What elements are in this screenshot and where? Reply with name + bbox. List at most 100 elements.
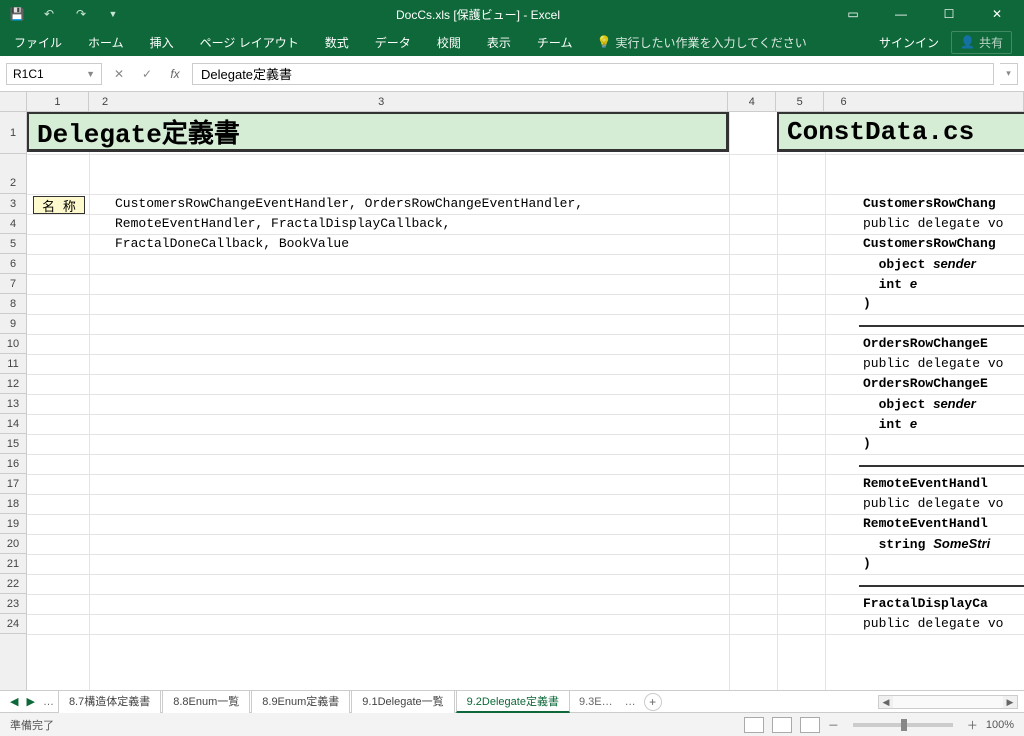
row-header[interactable]: 17 [0,474,26,494]
row-header[interactable]: 4 [0,214,26,234]
row-header[interactable]: 3 [0,194,26,214]
col-header[interactable]: 6 [824,92,1024,111]
code-line[interactable]: public delegate vo [863,496,1003,511]
code-line[interactable]: ) [863,296,871,311]
redo-icon[interactable]: ↷ [70,3,92,25]
code-line[interactable]: FractalDisplayCa [863,596,988,611]
label-name[interactable]: 名 称 [33,196,85,214]
code-line[interactable]: string SomeStri [863,536,990,552]
code-line[interactable]: public delegate vo [863,216,1003,231]
tab-nav-more[interactable]: … [39,696,58,708]
tab-file[interactable]: ファイル [12,30,64,55]
row-header[interactable]: 1 [0,112,26,154]
worksheet[interactable]: 1 23 4 5 6 1 2 3 4 5 6 7 8 9 10 11 12 13… [0,92,1024,690]
formula-expand-icon[interactable]: ▾ [1000,63,1018,85]
row-header[interactable]: 8 [0,294,26,314]
zoom-slider[interactable] [853,723,953,727]
col-header[interactable]: 5 [776,92,824,111]
share-button[interactable]: 👤 共有 [951,31,1012,54]
row-header[interactable]: 18 [0,494,26,514]
view-normal-icon[interactable] [744,717,764,733]
horizontal-scrollbar[interactable]: ◀ ▶ [878,695,1018,709]
code-line[interactable]: object sender [863,256,976,272]
code-line[interactable]: RemoteEventHandl [863,516,988,531]
scroll-right-icon[interactable]: ▶ [1003,696,1017,708]
row-header[interactable]: 9 [0,314,26,334]
title-cell-right[interactable]: ConstData.cs [777,112,1024,152]
sheet-tab[interactable]: 8.7構造体定義書 [58,690,161,713]
cancel-icon[interactable]: ✕ [108,63,130,85]
sheet-tab[interactable]: 8.9Enum定義書 [251,690,350,713]
view-page-break-icon[interactable] [800,717,820,733]
tab-team[interactable]: チーム [535,30,575,55]
row-header[interactable]: 12 [0,374,26,394]
tell-me[interactable]: 実行したい作業を入力してください [615,34,806,51]
code-line[interactable]: public delegate vo [863,356,1003,371]
code-line[interactable]: object sender [863,396,976,412]
tab-insert[interactable]: 挿入 [148,30,176,55]
tab-home[interactable]: ホーム [86,30,126,55]
code-line[interactable]: int e [863,276,917,292]
row-header[interactable]: 24 [0,614,26,634]
names-line[interactable]: RemoteEventHandler, FractalDisplayCallba… [115,216,450,231]
code-line[interactable]: CustomersRowChang [863,236,996,251]
row-header[interactable]: 23 [0,594,26,614]
name-box[interactable]: R1C1 ▼ [6,63,102,85]
tab-review[interactable]: 校閲 [435,30,463,55]
col-header[interactable]: 4 [728,92,776,111]
code-line[interactable]: public delegate vo [863,616,1003,631]
select-all-corner[interactable] [0,92,27,111]
row-header[interactable]: 7 [0,274,26,294]
fx-icon[interactable]: fx [164,63,186,85]
row-header[interactable]: 5 [0,234,26,254]
tab-page-layout[interactable]: ページ レイアウト [198,30,301,55]
code-line[interactable]: OrdersRowChangeE [863,336,988,351]
ribbon-display-icon[interactable]: ▭ [832,0,874,28]
add-sheet-button[interactable]: + [644,693,662,711]
tab-nav-next-icon[interactable]: ▶ [22,695,38,708]
signin-link[interactable]: サインイン [879,34,939,51]
code-line[interactable]: RemoteEventHandl [863,476,988,491]
view-page-layout-icon[interactable] [772,717,792,733]
row-header[interactable]: 11 [0,354,26,374]
tab-formulas[interactable]: 数式 [323,30,351,55]
tab-data[interactable]: データ [373,30,413,55]
enter-icon[interactable]: ✓ [136,63,158,85]
names-line[interactable]: FractalDoneCallback, BookValue [115,236,349,251]
row-header[interactable]: 13 [0,394,26,414]
row-header[interactable]: 2 [0,154,26,194]
maximize-button[interactable]: ☐ [928,0,970,28]
code-line[interactable]: ) [863,436,871,451]
chevron-down-icon[interactable]: ▼ [86,69,95,79]
code-line[interactable]: ) [863,556,871,571]
tab-overflow[interactable]: 9.3E… [571,694,621,710]
row-header[interactable]: 22 [0,574,26,594]
qat-customize-icon[interactable]: ▼ [102,3,124,25]
minimize-button[interactable]: — [880,0,922,28]
row-header[interactable]: 10 [0,334,26,354]
title-cell-left[interactable]: Delegate定義書 [27,112,729,152]
sheet-tab[interactable]: 8.8Enum一覧 [162,690,250,713]
row-header[interactable]: 6 [0,254,26,274]
row-header[interactable]: 14 [0,414,26,434]
row-header[interactable]: 21 [0,554,26,574]
close-button[interactable]: ✕ [976,0,1018,28]
names-line[interactable]: CustomersRowChangeEventHandler, OrdersRo… [115,196,583,211]
col-header[interactable]: 23 [89,92,728,111]
zoom-in-button[interactable]: ＋ [967,717,978,733]
undo-icon[interactable]: ↶ [38,3,60,25]
zoom-out-button[interactable]: － [828,717,839,733]
code-line[interactable]: int e [863,416,917,432]
tab-view[interactable]: 表示 [485,30,513,55]
row-header[interactable]: 15 [0,434,26,454]
code-line[interactable]: OrdersRowChangeE [863,376,988,391]
code-line[interactable]: CustomersRowChang [863,196,996,211]
sheet-tab[interactable]: 9.1Delegate一覧 [351,690,454,713]
save-icon[interactable]: 💾 [6,3,28,25]
tab-nav-prev-icon[interactable]: ◀ [6,695,22,708]
sheet-tab[interactable]: 9.2Delegate定義書 [456,690,570,713]
row-header[interactable]: 16 [0,454,26,474]
formula-input[interactable]: Delegate定義書 [192,63,994,85]
zoom-level[interactable]: 100% [986,719,1014,731]
col-header[interactable]: 1 [27,92,89,111]
